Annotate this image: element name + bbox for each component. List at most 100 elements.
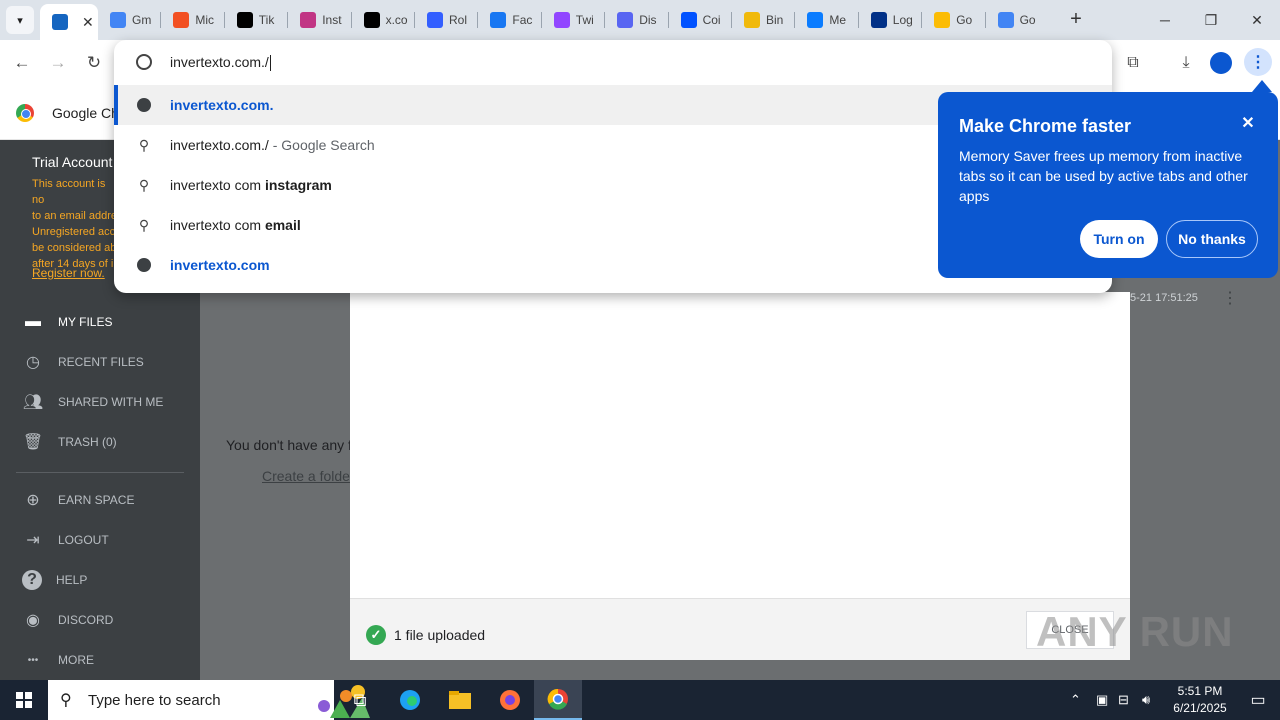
trial-title: Trial Account xyxy=(32,154,113,170)
close-window-icon[interactable]: ✕ xyxy=(1234,0,1280,40)
close-tab-icon[interactable]: ✕ xyxy=(82,14,94,31)
google-icon xyxy=(110,12,126,28)
tab[interactable]: Inst xyxy=(288,0,351,40)
show-hidden-icons-icon[interactable]: ⌃ xyxy=(1070,680,1081,720)
sidebar-item[interactable]: 🗑︎ TRASH (0) xyxy=(22,430,192,454)
create-folder-link[interactable]: Create a folde xyxy=(262,468,350,484)
tab[interactable]: Mic xyxy=(161,0,224,40)
clock-date: 6/21/2025 xyxy=(1173,701,1227,715)
taskbar-search[interactable]: ⚲ Type here to search xyxy=(48,680,370,720)
tiktok-icon xyxy=(236,12,253,28)
tab[interactable]: Fac xyxy=(478,0,541,40)
tab-label: Mic xyxy=(195,13,215,27)
forward-icon[interactable]: → xyxy=(45,50,71,76)
extensions-icon[interactable]: ⧉ xyxy=(1118,48,1148,78)
close-icon[interactable]: ✕ xyxy=(1238,114,1258,134)
page-header-label: Google Ch xyxy=(52,105,119,121)
roblox-icon xyxy=(427,12,443,28)
globe-icon xyxy=(136,54,152,70)
microsoft-icon xyxy=(173,12,190,28)
reload-icon[interactable]: ↻ xyxy=(81,50,107,76)
no-thanks-button[interactable]: No thanks xyxy=(1166,220,1258,258)
sidebar-item[interactable]: 👥︎ SHARED WITH ME xyxy=(22,390,192,414)
tab[interactable]: x.co xyxy=(352,0,415,40)
profile-icon[interactable] xyxy=(1210,52,1232,74)
task-view-icon[interactable]: ⧉ xyxy=(336,680,384,720)
x-icon xyxy=(363,12,380,28)
suggestion-url: invertexto.com. xyxy=(170,97,274,113)
sidebar-item[interactable]: ? HELP xyxy=(22,568,192,592)
tab[interactable]: Me xyxy=(795,0,858,40)
search-icon: ⚲ xyxy=(138,176,150,193)
memory-saver-popup: Make Chrome faster ✕ Memory Saver frees … xyxy=(938,92,1278,278)
taskbar-search-placeholder: Type here to search xyxy=(88,691,221,709)
tab-label: Gm xyxy=(132,13,152,27)
suggestion-completion: email xyxy=(264,217,301,233)
chrome-taskbar-icon[interactable] xyxy=(534,680,582,720)
notifications-icon[interactable]: ▭ xyxy=(1236,680,1280,720)
suggestion-query: invertexto.com./ xyxy=(170,137,269,153)
restore-icon[interactable]: ❐ xyxy=(1188,0,1234,40)
tab[interactable]: Coi xyxy=(669,0,732,40)
sidebar-divider xyxy=(16,472,184,473)
tab-label: Coi xyxy=(702,13,721,27)
suggestion-url: invertexto.com xyxy=(170,257,270,273)
clock[interactable]: 5:51 PM 6/21/2025 xyxy=(1160,683,1240,717)
paypal-icon xyxy=(870,12,887,28)
chrome-menu-icon[interactable]: ⋮ xyxy=(1244,48,1272,76)
suggestion-query: invertexto com xyxy=(170,177,265,193)
sidebar-item-label: HELP xyxy=(56,573,88,587)
tab[interactable]: Log xyxy=(859,0,922,40)
sidebar-item[interactable]: ••• MORE xyxy=(22,648,192,672)
register-link[interactable]: Register now. xyxy=(32,266,105,280)
volume-icon[interactable]: 🔊︎ xyxy=(1142,680,1150,720)
tab[interactable]: Tik xyxy=(225,0,288,40)
sidebar-item-label: TRASH (0) xyxy=(58,435,117,449)
binance-icon xyxy=(744,12,760,28)
omnibox-input-row[interactable]: invertexto.com./ xyxy=(114,40,1112,86)
tab[interactable]: Gm xyxy=(98,0,161,40)
tab[interactable]: Go xyxy=(986,0,1049,40)
tab-label: Go xyxy=(956,13,973,27)
sidebar-item[interactable]: ◉ DISCORD xyxy=(22,608,192,632)
tab[interactable]: Dis xyxy=(605,0,668,40)
sidebar-item-label: MY FILES xyxy=(58,315,113,329)
turn-on-button[interactable]: Turn on xyxy=(1080,220,1158,258)
download-icon[interactable]: ⤓ xyxy=(1171,48,1201,78)
sidebar-item-label: SHARED WITH ME xyxy=(58,395,164,409)
anyrun-watermark: ANY RUN xyxy=(1036,608,1234,655)
address-bar-input[interactable]: invertexto.com./ xyxy=(170,54,271,72)
sidebar-item[interactable]: ▬ MY FILES xyxy=(22,310,192,334)
tab-label: Twi xyxy=(575,13,594,27)
new-tab-button[interactable]: + xyxy=(1064,8,1088,32)
sidebar-item-label: MORE xyxy=(58,653,94,667)
network-icon[interactable]: ⊟ xyxy=(1118,680,1129,720)
edge-icon[interactable] xyxy=(386,680,434,720)
sidebar-item[interactable]: ⇥ LOGOUT xyxy=(22,528,192,552)
tab[interactable]: Twi xyxy=(542,0,605,40)
suggestion-suffix: - Google Search xyxy=(268,137,375,153)
minimize-icon[interactable]: ─ xyxy=(1142,0,1188,40)
back-icon[interactable]: ← xyxy=(9,50,35,76)
instagram-icon xyxy=(300,12,317,28)
windows-start-icon[interactable] xyxy=(0,680,48,720)
tab-search-icon[interactable]: ▾ xyxy=(6,6,34,34)
facebook-icon xyxy=(490,12,507,28)
tab[interactable]: Bin xyxy=(732,0,795,40)
suggestion-text: invertexto com instagram xyxy=(170,177,332,193)
file-explorer-icon[interactable] xyxy=(436,680,484,720)
sidebar-item[interactable]: ◷ RECENT FILES xyxy=(22,350,192,374)
sidebar-item[interactable]: ⊕ EARN SPACE xyxy=(22,488,192,512)
tab-label: Inst xyxy=(322,13,342,27)
plus-circle-icon: ⊕ xyxy=(26,492,40,509)
coinbase-icon xyxy=(680,12,697,28)
firefox-icon[interactable] xyxy=(486,680,534,720)
tab[interactable]: Rol xyxy=(415,0,478,40)
suggestion-text: invertexto.com./ - Google Search xyxy=(170,137,375,153)
row-menu-icon[interactable]: ⋮ xyxy=(1222,288,1238,308)
device-icon[interactable]: ▣ xyxy=(1096,680,1108,720)
tab[interactable]: ✕ xyxy=(40,4,98,40)
suggestion-text: invertexto.com. xyxy=(170,97,273,113)
suggestion-query: invertexto com xyxy=(170,217,265,233)
tab[interactable]: Go xyxy=(922,0,985,40)
